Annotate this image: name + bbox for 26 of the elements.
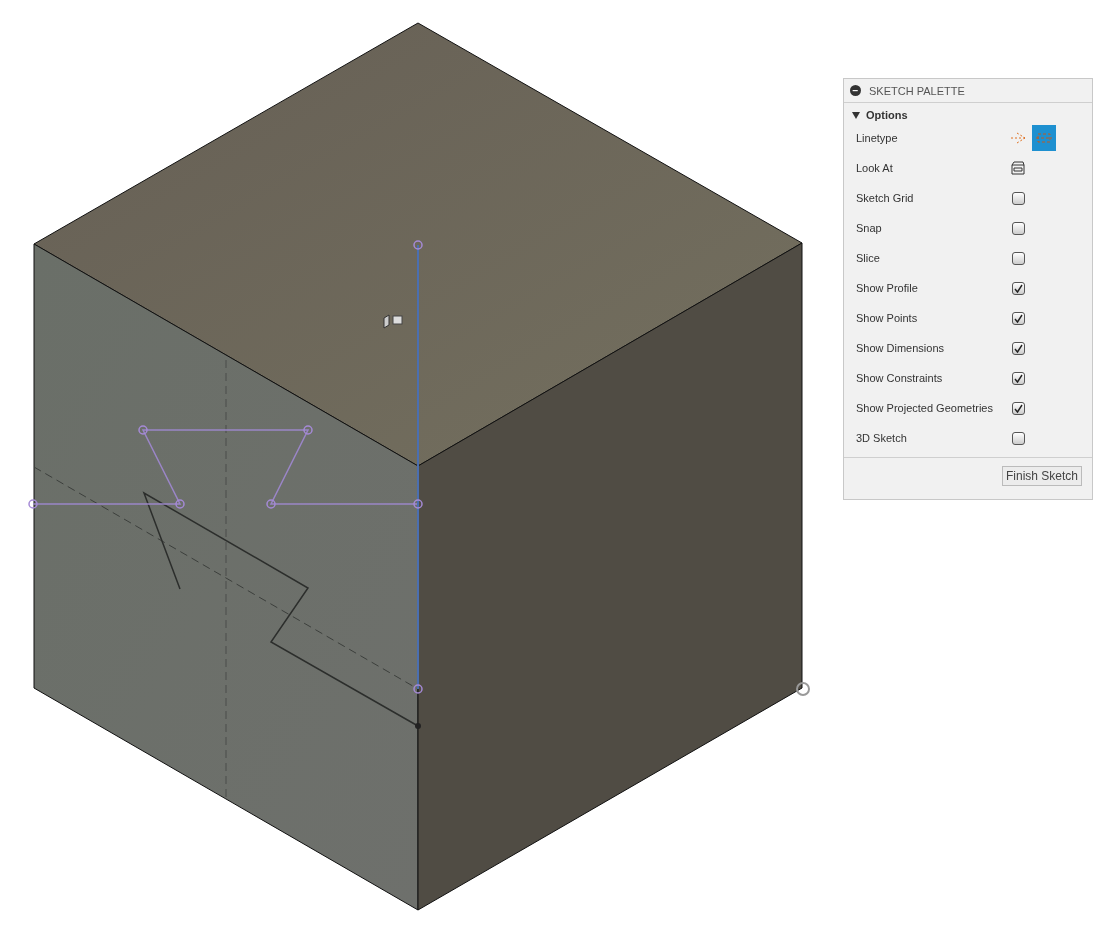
checkbox[interactable] — [1012, 221, 1025, 235]
finish-sketch-button[interactable]: Finish Sketch — [1001, 466, 1082, 486]
option-label: Show Points — [856, 312, 919, 324]
option-label: Look At — [856, 162, 894, 174]
checkbox[interactable] — [1012, 281, 1025, 295]
option-label: Show Profile — [856, 282, 919, 294]
palette-title: SKETCH PALETTE — [869, 84, 965, 97]
checkbox[interactable] — [1012, 431, 1025, 445]
option-label: Show Constraints — [856, 372, 944, 384]
option-label: 3D Sketch — [856, 432, 908, 444]
collapse-button[interactable]: − — [850, 85, 861, 96]
checkbox[interactable] — [1012, 311, 1025, 325]
options-section-toggle[interactable]: Options — [852, 109, 908, 121]
checkbox[interactable] — [1012, 251, 1025, 265]
checkbox[interactable] — [1012, 191, 1025, 205]
option-label: Sketch Grid — [856, 192, 915, 204]
checkbox[interactable] — [1012, 401, 1025, 415]
option-label: Show Dimensions — [856, 342, 946, 354]
sketch-icon — [383, 314, 403, 329]
checkbox[interactable] — [1012, 371, 1025, 385]
option-label: Slice — [856, 252, 881, 264]
option-label: Linetype — [856, 132, 899, 144]
checkbox[interactable] — [1012, 341, 1025, 355]
origin-point-icon — [796, 682, 810, 696]
option-label: Snap — [856, 222, 883, 234]
option-label: Show Projected Geometries — [856, 402, 994, 414]
